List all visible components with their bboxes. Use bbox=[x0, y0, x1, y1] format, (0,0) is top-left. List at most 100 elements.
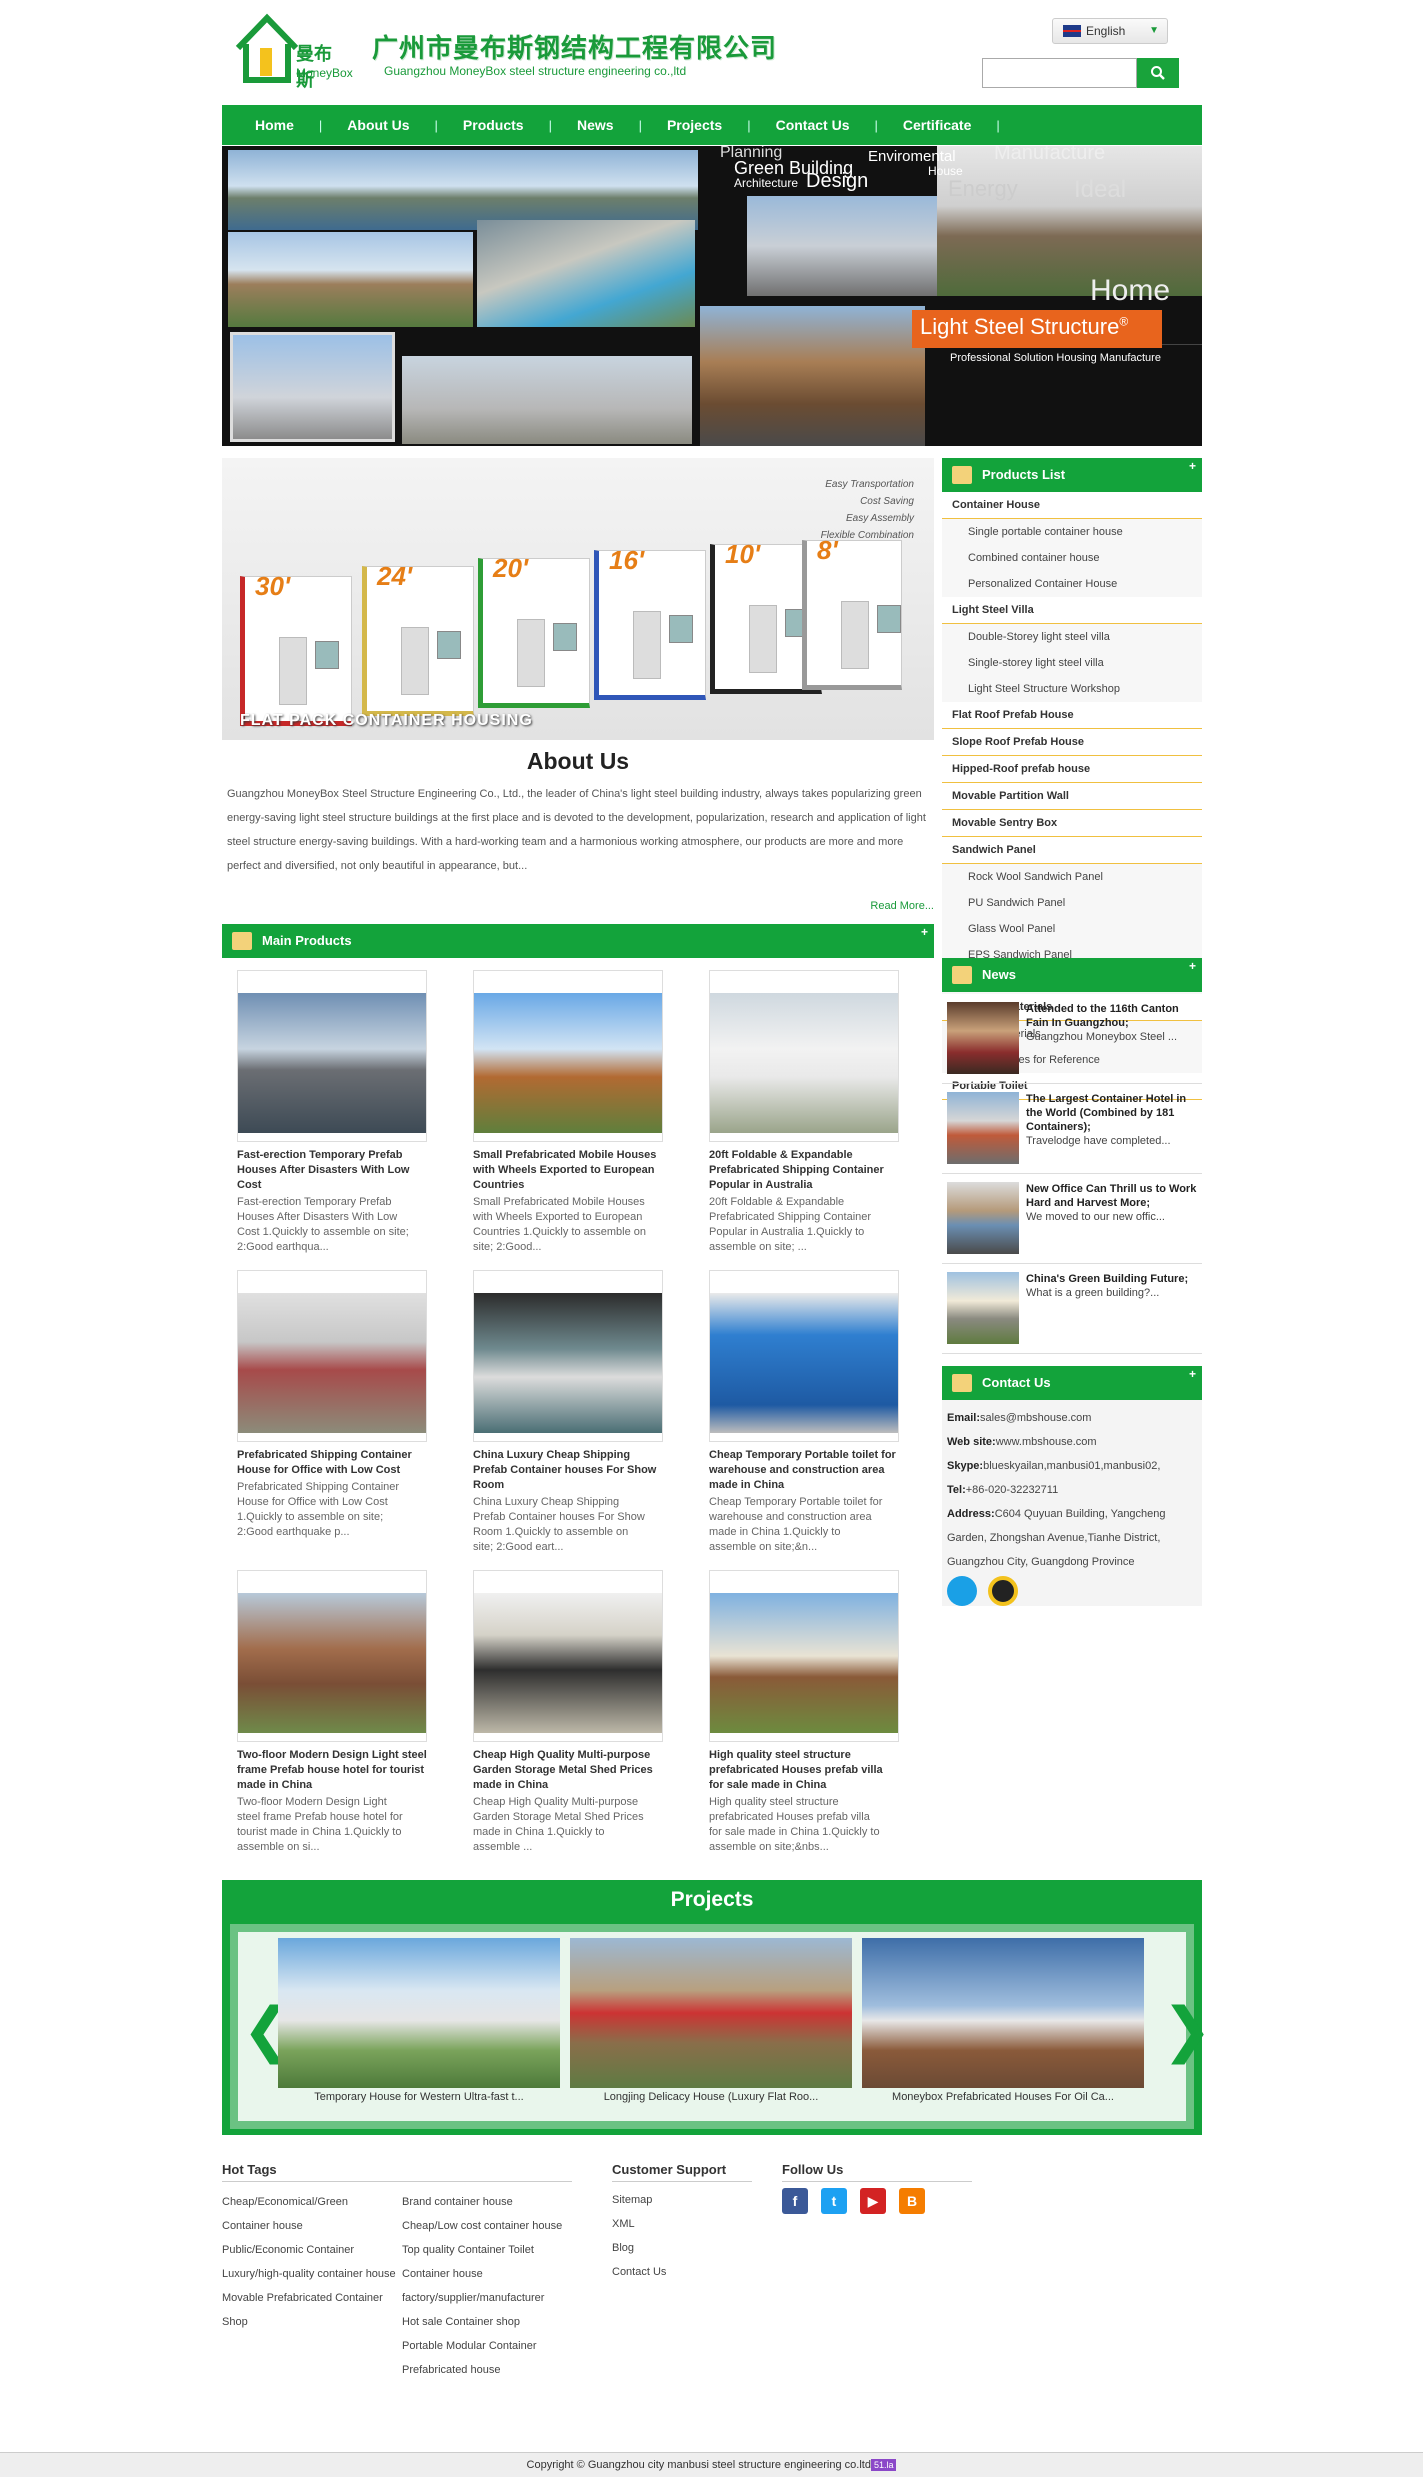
category-item[interactable]: Light Steel Villa bbox=[942, 597, 1202, 624]
subcategory-item[interactable]: Light Steel Structure Workshop bbox=[942, 676, 1202, 702]
product-title[interactable]: Small Prefabricated Mobile Houses with W… bbox=[473, 1148, 663, 1193]
product-card[interactable]: Two-floor Modern Design Light steel fram… bbox=[237, 1570, 437, 1855]
logo[interactable]: 曼布斯 MoneyBox bbox=[232, 10, 353, 90]
nav-contact-us[interactable]: Contact Us bbox=[751, 117, 875, 133]
nav-home[interactable]: Home bbox=[230, 117, 319, 133]
subcategory-item[interactable]: Single portable container house bbox=[942, 519, 1202, 545]
hot-tag-link[interactable]: Luxury/high-quality container house bbox=[222, 2262, 397, 2286]
news-title-text[interactable]: The Largest Container Hotel in the World… bbox=[1026, 1092, 1198, 1148]
product-thumb[interactable] bbox=[237, 970, 427, 1142]
language-selector[interactable]: English ▼ bbox=[1052, 18, 1168, 44]
news-title-text[interactable]: New Office Can Thrill us to Work Hard an… bbox=[1026, 1182, 1198, 1224]
category-item[interactable]: Hipped-Roof prefab house bbox=[942, 756, 1202, 783]
search-button[interactable] bbox=[1137, 58, 1179, 88]
news-item[interactable]: Attended to the 116th Canton Fain In Gua… bbox=[942, 994, 1202, 1084]
nav-news[interactable]: News bbox=[552, 117, 639, 133]
subcategory-item[interactable]: Glass Wool Panel bbox=[942, 916, 1202, 942]
subcategory-item[interactable]: PU Sandwich Panel bbox=[942, 890, 1202, 916]
product-card[interactable]: China Luxury Cheap Shipping Prefab Conta… bbox=[473, 1270, 673, 1555]
category-item[interactable]: Container House bbox=[942, 492, 1202, 519]
carousel-next-icon[interactable]: ❯ bbox=[1162, 2000, 1212, 2060]
nav-about-us[interactable]: About Us bbox=[322, 117, 434, 133]
product-card[interactable]: Fast-erection Temporary Prefab Houses Af… bbox=[237, 970, 437, 1255]
product-title[interactable]: Prefabricated Shipping Container House f… bbox=[237, 1448, 427, 1478]
news-headline[interactable]: New Office Can Thrill us to Work Hard an… bbox=[1026, 1183, 1196, 1209]
hot-tag-link[interactable]: Portable Modular Container Prefabricated… bbox=[402, 2334, 572, 2382]
nav-projects[interactable]: Projects bbox=[642, 117, 747, 133]
hot-tag-link[interactable]: Container house factory/supplier/manufac… bbox=[402, 2262, 572, 2310]
plus-icon[interactable]: + bbox=[1189, 1357, 1196, 1391]
hero-banner[interactable]: Planning Green Building Enviromental Hou… bbox=[222, 146, 1202, 446]
youtube-icon[interactable]: ▶ bbox=[860, 2188, 886, 2214]
news-headline[interactable]: Attended to the 116th Canton Fain In Gua… bbox=[1026, 1003, 1179, 1029]
nav-certificate[interactable]: Certificate bbox=[878, 117, 996, 133]
support-link[interactable]: XML bbox=[612, 2212, 752, 2236]
product-thumb[interactable] bbox=[237, 1570, 427, 1742]
product-thumb[interactable] bbox=[473, 970, 663, 1142]
hot-tag-link[interactable]: Public/Economic Container bbox=[222, 2238, 397, 2262]
email-value[interactable]: sales@mbshouse.com bbox=[980, 1412, 1091, 1424]
product-thumb[interactable] bbox=[709, 1570, 899, 1742]
news-title-text[interactable]: Attended to the 116th Canton Fain In Gua… bbox=[1026, 1002, 1198, 1044]
category-item[interactable]: Flat Roof Prefab House bbox=[942, 702, 1202, 729]
search-input[interactable] bbox=[982, 58, 1137, 88]
subcategory-item[interactable]: Double-Storey light steel villa bbox=[942, 624, 1202, 650]
subcategory-item[interactable]: Personalized Container House bbox=[942, 571, 1202, 597]
news-item[interactable]: The Largest Container Hotel in the World… bbox=[942, 1084, 1202, 1174]
product-title[interactable]: China Luxury Cheap Shipping Prefab Conta… bbox=[473, 1448, 663, 1493]
news-headline[interactable]: China's Green Building Future; bbox=[1026, 1273, 1188, 1285]
read-more-link[interactable]: Read More... bbox=[870, 900, 934, 912]
news-headline[interactable]: The Largest Container Hotel in the World… bbox=[1026, 1093, 1186, 1133]
category-item[interactable]: Slope Roof Prefab House bbox=[942, 729, 1202, 756]
hot-tag-link[interactable]: Hot sale Container shop bbox=[402, 2310, 572, 2334]
product-thumb[interactable] bbox=[709, 970, 899, 1142]
product-card[interactable]: High quality steel structure prefabricat… bbox=[709, 1570, 909, 1855]
product-thumb[interactable] bbox=[709, 1270, 899, 1442]
product-title[interactable]: Two-floor Modern Design Light steel fram… bbox=[237, 1748, 427, 1793]
promo-banner[interactable]: Easy Transportation Cost Saving Easy Ass… bbox=[222, 458, 934, 740]
product-card[interactable]: Cheap High Quality Multi-purpose Garden … bbox=[473, 1570, 673, 1855]
qq-icon[interactable] bbox=[988, 1576, 1019, 1606]
hot-tag-link[interactable]: Movable Prefabricated Container Shop bbox=[222, 2286, 397, 2334]
news-title-text[interactable]: China's Green Building Future; What is a … bbox=[1026, 1272, 1198, 1300]
product-card[interactable]: Small Prefabricated Mobile Houses with W… bbox=[473, 970, 673, 1255]
project-card[interactable]: Longjing Delicacy House (Luxury Flat Roo… bbox=[570, 1938, 852, 2103]
subcategory-item[interactable]: Rock Wool Sandwich Panel bbox=[942, 864, 1202, 890]
skype-icon[interactable] bbox=[947, 1576, 977, 1606]
product-thumb[interactable] bbox=[237, 1270, 427, 1442]
product-title[interactable]: Cheap Temporary Portable toilet for ware… bbox=[709, 1448, 899, 1493]
product-title[interactable]: Fast-erection Temporary Prefab Houses Af… bbox=[237, 1148, 427, 1193]
news-item[interactable]: China's Green Building Future; What is a … bbox=[942, 1264, 1202, 1354]
product-title[interactable]: Cheap High Quality Multi-purpose Garden … bbox=[473, 1748, 663, 1793]
product-thumb[interactable] bbox=[473, 1270, 663, 1442]
plus-icon[interactable]: + bbox=[921, 915, 928, 949]
hot-tag-link[interactable]: Cheap/Economical/Green Container house bbox=[222, 2190, 397, 2238]
hot-tag-link[interactable]: Top quality Container Toilet bbox=[402, 2238, 572, 2262]
web-value[interactable]: www.mbshouse.com bbox=[996, 1436, 1097, 1448]
plus-icon[interactable]: + bbox=[1189, 449, 1196, 483]
category-item[interactable]: Movable Sentry Box bbox=[942, 810, 1202, 837]
nav-products[interactable]: Products bbox=[438, 117, 549, 133]
product-card[interactable]: Prefabricated Shipping Container House f… bbox=[237, 1270, 437, 1540]
news-item[interactable]: New Office Can Thrill us to Work Hard an… bbox=[942, 1174, 1202, 1264]
project-card[interactable]: Moneybox Prefabricated Houses For Oil Ca… bbox=[862, 1938, 1144, 2103]
hot-tag-link[interactable]: Cheap/Low cost container house bbox=[402, 2214, 572, 2238]
facebook-icon[interactable]: f bbox=[782, 2188, 808, 2214]
plus-icon[interactable]: + bbox=[1189, 949, 1196, 983]
subcategory-item[interactable]: Single-storey light steel villa bbox=[942, 650, 1202, 676]
product-card[interactable]: 20ft Foldable & Expandable Prefabricated… bbox=[709, 970, 909, 1255]
product-title[interactable]: 20ft Foldable & Expandable Prefabricated… bbox=[709, 1148, 899, 1193]
support-link[interactable]: Blog bbox=[612, 2236, 752, 2260]
twitter-icon[interactable]: t bbox=[821, 2188, 847, 2214]
product-card[interactable]: Cheap Temporary Portable toilet for ware… bbox=[709, 1270, 909, 1555]
stats-badge[interactable]: 51.la bbox=[870, 2459, 897, 2471]
hot-tag-link[interactable]: Brand container house bbox=[402, 2190, 572, 2214]
category-item[interactable]: Sandwich Panel bbox=[942, 837, 1202, 864]
product-thumb[interactable] bbox=[473, 1570, 663, 1742]
project-card[interactable]: Temporary House for Western Ultra-fast t… bbox=[278, 1938, 560, 2103]
support-link[interactable]: Sitemap bbox=[612, 2188, 752, 2212]
subcategory-item[interactable]: Combined container house bbox=[942, 545, 1202, 571]
product-title[interactable]: High quality steel structure prefabricat… bbox=[709, 1748, 899, 1793]
support-link[interactable]: Contact Us bbox=[612, 2260, 752, 2284]
blogger-icon[interactable]: B bbox=[899, 2188, 925, 2214]
